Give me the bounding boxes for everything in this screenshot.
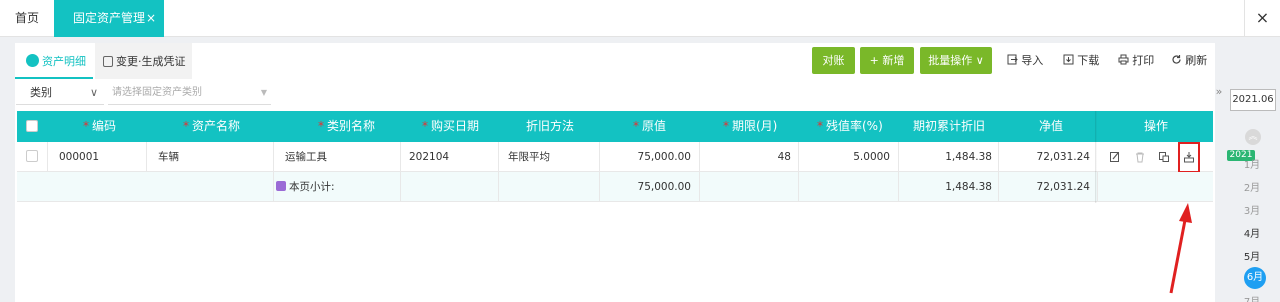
toolbar: 对账 + 新增 批量操作 ∨ 导入 下载 打印 刷新 (15, 47, 1215, 74)
select-all-checkbox[interactable] (26, 120, 38, 132)
col-operations: 操作 (1144, 119, 1169, 133)
asset-category-placeholder: 请选择固定资产类别 (112, 87, 202, 98)
category-select[interactable]: 类别 ∨ (16, 81, 104, 105)
top-tab-bar: 首页 固定资产管理 × × (0, 0, 1280, 37)
month-5[interactable]: 5月 (1236, 248, 1268, 263)
tab-home[interactable]: 首页 (0, 0, 54, 37)
subtotal-label: 本页小计: (276, 172, 335, 202)
refresh-label: 刷新 (1185, 54, 1208, 67)
import-icon (1007, 54, 1018, 65)
cell-opening-depreciation: 1,484.38 (945, 151, 992, 163)
cell-purchase-date: 202104 (409, 151, 450, 163)
refresh-button[interactable]: 刷新 (1167, 47, 1211, 74)
window-close-icon[interactable]: × (1244, 0, 1280, 37)
month-4[interactable]: 4月 (1236, 225, 1268, 240)
cell-category-name: 运输工具 (285, 151, 327, 163)
subtotal-row: 本页小计: 75,000.00 1,484.38 72,031.24 (17, 172, 1213, 202)
subtotal-original-value: 75,000.00 (637, 181, 691, 193)
delete-icon[interactable] (1134, 151, 1146, 163)
col-residual-rate: * 残值率(%) (817, 119, 883, 133)
copy-icon[interactable] (1158, 151, 1170, 163)
col-net-value: 净值 (1039, 119, 1064, 133)
download-icon (1063, 54, 1074, 65)
cell-original-value: 75,000.00 (637, 151, 691, 163)
download-label: 下载 (1077, 54, 1100, 67)
subtotal-opening-depreciation: 1,484.38 (945, 181, 992, 193)
month-7[interactable]: 7月 (1236, 293, 1268, 302)
fixed-column-shadow (1095, 111, 1097, 203)
batch-operation-button[interactable]: 批量操作 ∨ (920, 47, 992, 74)
col-term: * 期限(月) (723, 119, 778, 133)
table-row[interactable]: 000001 车辆 运输工具 202104 年限平均 75,000.00 48 … (17, 142, 1213, 173)
tab-fixed-assets-label: 固定资产管理 (73, 11, 146, 25)
category-select-value: 类别 (30, 86, 52, 99)
cell-residual-rate: 5.0000 (853, 151, 890, 163)
edit-icon[interactable] (1109, 151, 1121, 163)
print-button[interactable]: 打印 (1114, 47, 1158, 74)
chevron-down-icon: ∨ (89, 86, 98, 99)
month-1[interactable]: 1月 (1236, 156, 1268, 171)
table-header: * 编码 * 资产名称 * 类别名称 * 购买日期 折旧方法 * 原值 * 期限(月) * 残… (17, 111, 1213, 142)
cell-asset-name: 车辆 (158, 151, 179, 163)
reconcile-button[interactable]: 对账 (812, 47, 855, 74)
col-original-value: * 原值 (633, 119, 667, 133)
col-purchase-date: * 购买日期 (422, 119, 480, 133)
tab-close-icon[interactable]: × (146, 0, 156, 37)
month-3[interactable]: 3月 (1236, 202, 1268, 217)
cell-term: 48 (777, 151, 791, 163)
year-up-icon[interactable]: ︽ (1245, 129, 1261, 145)
col-opening-depreciation: 期初累计折旧 (913, 119, 986, 133)
print-icon (1118, 54, 1129, 65)
col-depreciation-method: 折旧方法 (526, 119, 575, 133)
filter-bar: 类别 ∨ 请选择固定资产类别 ▼ (15, 81, 1215, 105)
subtotal-net-value: 72,031.24 (1036, 181, 1090, 193)
month-6-active[interactable]: 6月 (1244, 267, 1266, 289)
asset-category-select[interactable]: 请选择固定资产类别 ▼ (108, 81, 271, 105)
cell-code: 000001 (59, 151, 100, 163)
import-label: 导入 (1021, 54, 1044, 67)
cell-net-value: 72,031.24 (1036, 151, 1090, 163)
col-asset-name: * 资产名称 (183, 119, 241, 133)
print-label: 打印 (1132, 54, 1155, 67)
annotation-arrow-icon (1169, 203, 1192, 294)
add-button[interactable]: + 新增 (860, 47, 914, 74)
col-category-name: * 类别名称 (318, 119, 376, 133)
col-code: * 编码 (83, 119, 117, 133)
period-input[interactable]: 2021.06 (1230, 89, 1276, 111)
subtotal-icon (276, 181, 286, 191)
caret-down-icon: ▼ (260, 88, 267, 97)
month-2[interactable]: 2月 (1236, 179, 1268, 194)
download-button[interactable]: 下载 (1059, 47, 1103, 74)
cell-method: 年限平均 (508, 151, 550, 163)
import-button[interactable]: 导入 (1003, 47, 1047, 74)
sidebar-toggle-icon[interactable]: » (1212, 82, 1226, 102)
main-panel: 资产明细 变更·生成凭证 对账 + 新增 批量操作 ∨ 导入 下载 打印 刷新 … (15, 43, 1215, 302)
highlight-box (1178, 142, 1200, 173)
row-checkbox[interactable] (26, 150, 38, 162)
refresh-icon (1172, 55, 1181, 64)
